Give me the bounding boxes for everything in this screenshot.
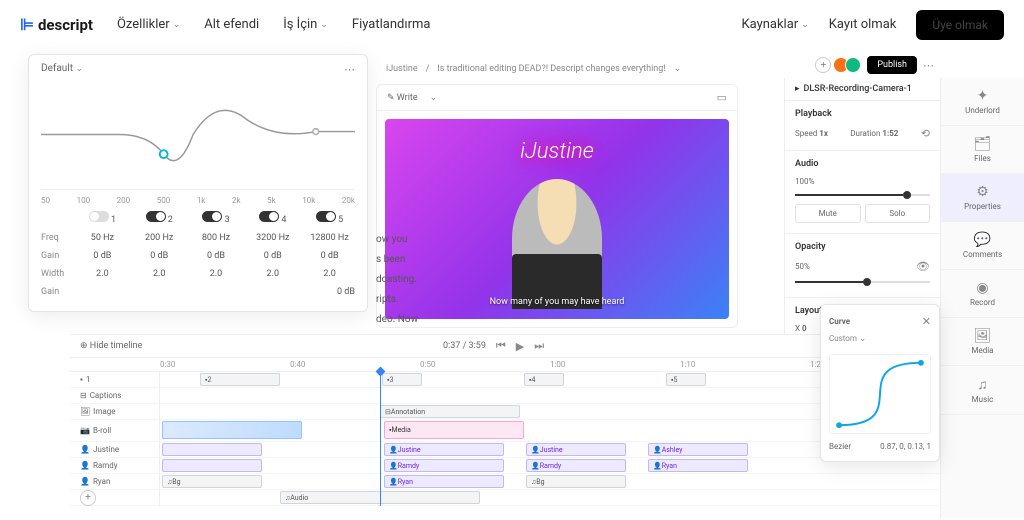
video-preview[interactable]: iJustine Now many of you may have heard [385,119,729,319]
brand-logo[interactable]: ⊫descript [20,15,93,34]
skip-back-icon[interactable]: ⏮ [496,339,506,353]
mute-button[interactable]: Mute [795,204,861,223]
waveform-clip[interactable] [162,421,302,439]
eq-panel: Default ⌄⋯ 501002005001k2k5k10k20k 1 2 3… [28,54,368,312]
nav-pricing[interactable]: Fiyatlandırma [352,17,431,32]
breadcrumb: iJustine/Is traditional editing DEAD?! D… [376,60,738,78]
top-navigation: ⊫descript Özellikler⌄ Alt efendi İş İçin… [0,0,1024,50]
skip-forward-icon[interactable]: ⏭ [534,339,544,353]
files-icon: 🗂 [945,136,1020,152]
right-rail: ✦Underlord 🗂Files ⚙Properties 💬Comments … [940,78,1024,518]
close-icon[interactable]: ✕ [922,315,931,328]
playhead[interactable] [380,372,381,506]
nav-sub[interactable]: Alt efendi [204,17,259,32]
bezier-value: 0.87, 0, 0.13, 1 [880,442,931,451]
rail-properties[interactable]: ⚙Properties [941,174,1024,222]
logo-icon: ⊫ [20,15,34,34]
nav-business[interactable]: İş İçin⌄ [283,17,328,32]
add-track-button[interactable]: + [80,490,96,506]
eq-menu-icon[interactable]: ⋯ [344,63,355,76]
nav-signup[interactable]: Kayıt olmak [829,17,897,32]
curve-title: Curve [829,317,850,326]
script-text: ow yous beendcasting.ripts.deo. Now [376,230,418,330]
rail-files[interactable]: 🗂Files [941,126,1024,174]
timeline: ⊕ Hide timeline 0:37 / 3:59 ⏮ ▶ ⏭ ▷ ✂ ◇ … [70,334,940,520]
camera-icon: ▸ [795,84,800,94]
rail-underlord[interactable]: ✦Underlord [941,78,1024,126]
cta-button[interactable]: Üye olmak [916,10,1004,40]
record-icon: ◉ [945,280,1020,296]
band-4-toggle[interactable] [259,211,279,222]
comment-icon: 💬 [945,232,1020,248]
band-2-toggle[interactable] [146,211,166,222]
band-1-toggle[interactable] [89,211,109,222]
band-3-toggle[interactable] [202,211,222,222]
breadcrumb-project[interactable]: iJustine [386,64,418,74]
publish-button[interactable]: Publish [867,56,917,74]
curve-editor[interactable] [829,354,931,434]
curve-type-select[interactable]: Custom [829,334,857,343]
rail-record[interactable]: ◉Record [941,270,1024,318]
timecode: 0:37 / 3:59 [443,341,486,351]
neon-sign: iJustine [520,139,594,164]
visibility-icon[interactable]: 👁 [916,260,930,273]
avatar-group[interactable] [837,57,861,73]
nav-resources[interactable]: Kaynaklar⌄ [741,17,808,32]
breadcrumb-title[interactable]: Is traditional editing DEAD?! Descript c… [437,64,665,74]
eq-master-gain: 0 dB [337,287,355,297]
rail-comments[interactable]: 💬Comments [941,222,1024,270]
eq-preset-select[interactable]: Default ⌄ [41,63,83,76]
video-caption: Now many of you may have heard [490,297,625,307]
editor-panel: ✎ Write ⌄ ▭ iJustine Now many of you may… [376,84,738,328]
chevron-down-icon: ⌄ [801,20,809,30]
more-menu-icon[interactable]: ⋯ [923,59,934,72]
nav-features[interactable]: Özellikler⌄ [117,17,180,32]
chevron-down-icon: ⌄ [173,20,181,30]
sparkle-icon: ✦ [945,88,1020,104]
sliders-icon: ⚙ [945,184,1020,200]
rail-media[interactable]: 🖼Media [941,318,1024,366]
device-name: DLSR-Recording-Camera-1 [804,84,912,94]
chevron-down-icon: ⌄ [320,20,328,30]
band-5-toggle[interactable] [316,211,336,222]
hide-timeline-button[interactable]: ⊕ Hide timeline [80,341,142,351]
curve-panel: Curve✕ Custom ⌄ Bezier0.87, 0, 0.13, 1 [820,304,940,462]
link-icon[interactable]: ⟲ [921,127,930,140]
play-icon[interactable]: ▶ [516,340,524,353]
add-collaborator-button[interactable]: + [815,57,831,73]
rail-music[interactable]: ♫Music [941,366,1024,415]
music-icon: ♫ [945,376,1020,393]
eq-curve-graph[interactable] [41,80,355,190]
solo-button[interactable]: Solo [865,204,931,223]
timeline-ruler[interactable]: 0:300:400:501:001:101:20 [70,358,940,372]
opacity-slider[interactable] [795,281,930,283]
audio-slider[interactable] [795,194,930,196]
layout-icon[interactable]: ▭ [717,91,727,104]
media-icon: 🖼 [945,328,1020,344]
write-mode-button[interactable]: ✎ Write [387,93,418,103]
